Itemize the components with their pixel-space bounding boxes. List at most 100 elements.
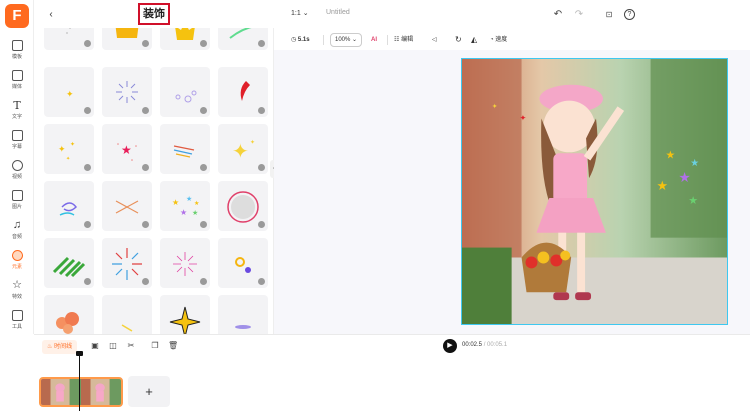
- video-clip[interactable]: [39, 377, 123, 407]
- capture-icon: ⊡: [605, 10, 613, 19]
- decoration-tile[interactable]: [160, 67, 210, 117]
- help-button[interactable]: ?: [624, 9, 635, 20]
- chevron-left-icon: ‹: [49, 9, 53, 20]
- duplicate-button[interactable]: ❐: [150, 341, 160, 351]
- sliders-icon: ☷: [394, 37, 400, 43]
- duration-control[interactable]: ◷ 5.1s: [291, 32, 310, 48]
- tools-icon: [11, 310, 23, 321]
- svg-text:★: ★: [194, 200, 199, 207]
- rail-item-video[interactable]: 视频: [0, 158, 34, 188]
- play-icon: ▶: [447, 342, 453, 349]
- decoration-tile[interactable]: [218, 238, 268, 288]
- svg-text:✦: ✦: [232, 141, 249, 163]
- decoration-tile[interactable]: [102, 67, 152, 117]
- speaker-icon: ◁: [432, 37, 437, 43]
- timeline: ♨ 时间线 ▣ ◫ ✂ ❐ 🗑 ▶ 00:02.5 / 00:05.1 +: [34, 334, 750, 411]
- audio-icon: ♫: [12, 219, 22, 231]
- flip-button[interactable]: ◭: [471, 32, 477, 48]
- decoration-tile[interactable]: [218, 295, 268, 334]
- subtitle-icon: [11, 130, 23, 141]
- speed-button[interactable]: ◔ 速度: [490, 32, 507, 48]
- decoration-tile[interactable]: ✦ ✦: [218, 124, 268, 174]
- rail-item-element[interactable]: 元素: [0, 248, 34, 278]
- svg-text:★: ★: [121, 143, 132, 157]
- decoration-tile[interactable]: ★ ★ ★ ★ ★: [160, 181, 210, 231]
- rail-item-media[interactable]: 媒体: [0, 68, 34, 98]
- add-clip-button[interactable]: +: [128, 376, 170, 407]
- rotate-icon: ↻: [455, 35, 462, 44]
- decoration-tile[interactable]: [102, 238, 152, 288]
- svg-text:★: ★: [180, 208, 187, 217]
- decoration-tile[interactable]: [44, 181, 94, 231]
- play-square-icon: ▣: [91, 341, 99, 350]
- redo-icon: ↷: [574, 9, 584, 20]
- playhead[interactable]: [76, 351, 83, 411]
- svg-text:✦: ✦: [66, 89, 74, 99]
- decoration-tile[interactable]: [44, 295, 94, 334]
- flip-icon: ◭: [471, 35, 478, 44]
- decoration-tile[interactable]: [218, 181, 268, 231]
- clock-icon: ◷: [291, 37, 297, 43]
- rail-item-tools[interactable]: 工具: [0, 308, 34, 338]
- decoration-tile[interactable]: ✦ ✦ ✦: [44, 124, 94, 174]
- rail-item-effects[interactable]: ☆ 特效: [0, 278, 34, 308]
- project-name[interactable]: Untitled: [326, 9, 350, 16]
- left-rail: F 模板 媒体 T 文字 字幕 视频 图片 ♫ 音频 元素 ☆ 特效 工具: [0, 0, 34, 334]
- chevron-down-icon: ⌄: [302, 10, 309, 17]
- effects-icon: ☆: [12, 279, 22, 291]
- edit-button[interactable]: ☷ 编辑: [394, 32, 413, 48]
- divider: [387, 35, 388, 45]
- divider: [323, 35, 324, 45]
- decoration-tile[interactable]: ✦: [44, 67, 94, 117]
- delete-button[interactable]: 🗑: [168, 341, 178, 351]
- svg-text:★: ★: [172, 198, 179, 207]
- split-icon: ◫: [109, 341, 117, 350]
- svg-text:✦: ✦: [70, 141, 75, 148]
- undo-button[interactable]: ↶: [551, 8, 565, 22]
- redo-button[interactable]: ↷: [572, 8, 586, 22]
- scissors-icon: ✂: [127, 341, 135, 350]
- tool-bar: ◷ 5.1s 100% ⌄ AI ☷ 编辑 ◁ ↻ ◭ ◔ 速度: [285, 32, 750, 50]
- app-logo[interactable]: F: [5, 4, 29, 28]
- canvas-image[interactable]: ★ ★ ★ ★ ★ ✦ ✦: [461, 58, 728, 325]
- rail-item-audio[interactable]: ♫ 音频: [0, 218, 34, 248]
- svg-text:★: ★: [665, 149, 675, 161]
- timeline-toggle[interactable]: ♨ 时间线: [42, 340, 78, 354]
- decoration-tile[interactable]: [160, 238, 210, 288]
- add-icon[interactable]: plus-icon: [84, 40, 91, 47]
- decoration-grid: plus-icon ✦ ✦✦✦ ★ ✦✦ ★★★★★: [44, 10, 270, 334]
- svg-text:★: ★: [688, 195, 698, 207]
- decoration-tile[interactable]: [102, 295, 152, 334]
- decoration-tile[interactable]: [102, 181, 152, 231]
- rail-item-template[interactable]: 模板: [0, 38, 34, 68]
- decoration-tile[interactable]: [44, 238, 94, 288]
- play-segment-button[interactable]: ▣: [90, 341, 100, 351]
- volume-button[interactable]: ◁: [432, 32, 437, 48]
- rotate-button[interactable]: ↻: [455, 32, 462, 48]
- zoom-select[interactable]: 100% ⌄: [330, 33, 363, 47]
- play-button[interactable]: ▶: [443, 339, 457, 353]
- time-display: 00:02.5 / 00:05.1: [462, 342, 508, 348]
- rail-item-subtitle[interactable]: 字幕: [0, 128, 34, 158]
- decoration-tile[interactable]: [218, 67, 268, 117]
- video-icon: [11, 160, 23, 171]
- back-button[interactable]: ‹: [44, 8, 58, 22]
- cut-button[interactable]: ✂: [126, 341, 136, 351]
- decoration-tile[interactable]: [160, 124, 210, 174]
- rail-item-image[interactable]: 图片: [0, 188, 34, 218]
- decoration-tile[interactable]: ★: [102, 124, 152, 174]
- ai-button[interactable]: AI: [371, 32, 377, 48]
- app-root: F 模板 媒体 T文字 字幕 视频 图片 ♫音频 元素 ☆特效 工具 plus-…: [0, 0, 750, 411]
- svg-text:✦: ✦: [250, 139, 255, 146]
- rail-item-text[interactable]: T 文字: [0, 98, 34, 128]
- panel-title: 装饰: [138, 3, 170, 25]
- svg-text:★: ★: [657, 178, 669, 193]
- decoration-tile[interactable]: [160, 295, 210, 334]
- aspect-ratio-select[interactable]: 1:1 ⌄: [291, 9, 309, 17]
- trash-icon: 🗑: [168, 341, 179, 350]
- split-button[interactable]: ◫: [108, 341, 118, 351]
- element-icon: [11, 250, 23, 261]
- svg-text:★: ★: [678, 169, 690, 185]
- capture-button[interactable]: ⊡: [602, 8, 616, 22]
- top-bar: 1:1 ⌄ Untitled ↶ ↷ ⊡ ?: [274, 0, 750, 30]
